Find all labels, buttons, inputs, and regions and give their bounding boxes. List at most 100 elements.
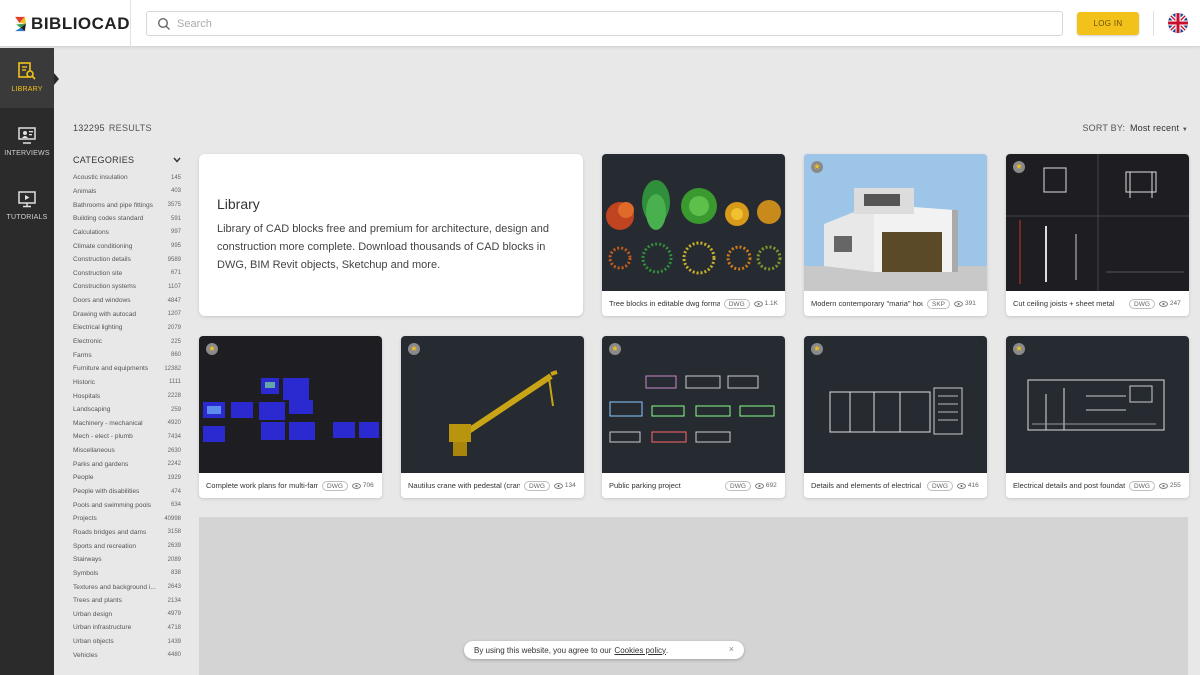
nav-item-library[interactable]: LIBRARY (0, 48, 54, 108)
category-item[interactable]: Pools and swimming pools 634 (73, 498, 181, 512)
card-title[interactable]: Nautilus crane with pedestal (crane) (408, 481, 520, 490)
category-item[interactable]: Bathrooms and pipe fittings 3575 (73, 198, 181, 212)
results-number: 132295 (73, 123, 105, 133)
category-item[interactable]: Machinery - mechanical 4920 (73, 417, 181, 431)
card-thumbnail: ★ (804, 336, 987, 473)
category-item[interactable]: Electronic 225 (73, 335, 181, 349)
nav-item-interviews[interactable]: INTERVIEWS (0, 112, 54, 172)
category-item[interactable]: Drawing with autocad 1207 (73, 307, 181, 321)
category-name: Landscaping (73, 406, 111, 414)
category-count: 4718 (167, 624, 181, 631)
category-item[interactable]: People 1929 (73, 471, 181, 485)
card-title[interactable]: Electrical details and post foundation (1013, 481, 1125, 490)
category-item[interactable]: Mech - elect - plumb 7434 (73, 430, 181, 444)
category-item[interactable]: Roads bridges and dams 3158 (73, 526, 181, 540)
category-name: Farms (73, 351, 92, 359)
cad-card[interactable]: ★ Electrical details and post foundation… (1006, 336, 1189, 498)
logo-text: BIBLIOCAD (31, 13, 130, 33)
category-item[interactable]: Symbols 838 (73, 567, 181, 581)
category-name: Construction details (73, 256, 131, 264)
category-name: People with disabilities (73, 488, 140, 496)
bibliocad-logo[interactable]: BIBLIOCAD (0, 0, 131, 47)
login-button[interactable]: LOG IN (1077, 12, 1139, 35)
category-item[interactable]: Urban infrastructure 4718 (73, 621, 181, 635)
category-item[interactable]: Farms 860 (73, 348, 181, 362)
cad-card[interactable]: ★ Nautilus crane with pedestal (crane) D… (401, 336, 584, 498)
categories-header[interactable]: CATEGORIES (73, 155, 181, 165)
category-name: Parks and gardens (73, 460, 129, 468)
card-title[interactable]: Complete work plans for multi-family (206, 481, 318, 490)
category-count: 997 (170, 229, 181, 236)
category-item[interactable]: Calculations 997 (73, 226, 181, 240)
category-item[interactable]: People with disabilities 474 (73, 485, 181, 499)
category-item[interactable]: Vehicles 4480 (73, 648, 181, 662)
card-title[interactable]: Cut ceiling joists + sheet metal (1013, 299, 1125, 308)
category-item[interactable]: Sports and recreation 2639 (73, 539, 181, 553)
category-item[interactable]: Acoustic insulation 145 (73, 171, 181, 185)
card-thumbnail: ★ (804, 154, 987, 291)
category-item[interactable]: Historic 1111 (73, 376, 181, 390)
card-caption: Complete work plans for multi-family DWG… (199, 473, 382, 498)
search-input[interactable] (177, 17, 1057, 30)
category-item[interactable]: Urban design 4979 (73, 608, 181, 622)
card-title[interactable]: Tree blocks in editable dwg format (609, 299, 720, 308)
category-count: 225 (170, 338, 181, 345)
category-item[interactable]: Climate conditioning 995 (73, 239, 181, 253)
premium-star-icon: ★ (206, 343, 218, 355)
category-count: 1107 (168, 283, 181, 290)
cad-card[interactable]: ★ Public parking project DWG 692 (602, 336, 785, 498)
card-caption: Modern contemporary "maria" house SKP 39… (804, 291, 987, 316)
sort-dropdown[interactable]: SORT BY: Most recent ▼ (1082, 123, 1188, 133)
views-count: 391 (965, 300, 976, 307)
category-item[interactable]: Stairways 2089 (73, 553, 181, 567)
category-count: 860 (170, 352, 181, 359)
cad-card[interactable]: ★ Complete work plans for multi-family D… (199, 336, 382, 498)
category-item[interactable]: Construction systems 1107 (73, 280, 181, 294)
cad-card[interactable]: Tree blocks in editable dwg format DWG 1… (602, 154, 785, 316)
card-thumbnail: ★ (1006, 336, 1189, 473)
category-item[interactable]: Construction site 671 (73, 266, 181, 280)
card-title[interactable]: Modern contemporary "maria" house (811, 299, 923, 308)
card-title[interactable]: Public parking project (609, 481, 721, 490)
category-count: 1207 (167, 311, 181, 318)
uk-flag-icon[interactable] (1168, 13, 1188, 33)
active-nav-pointer (54, 73, 59, 85)
sort-value: Most recent (1129, 123, 1180, 133)
category-item[interactable]: Textures and background i... 2643 (73, 580, 181, 594)
category-item[interactable]: Construction details 9589 (73, 253, 181, 267)
views-eye-icon (956, 482, 966, 489)
category-item[interactable]: Landscaping 259 (73, 403, 181, 417)
category-item[interactable]: Building codes standard 591 (73, 212, 181, 226)
category-count: 838 (170, 570, 181, 577)
category-item[interactable]: Miscellaneous 2630 (73, 444, 181, 458)
category-count: 2079 (167, 324, 181, 331)
format-badge: DWG (524, 480, 550, 491)
card-title[interactable]: Details and elements of electrical (811, 481, 923, 490)
cad-card[interactable]: ★ Modern contemporary "maria" house SKP … (804, 154, 987, 316)
caret-down-icon: ▼ (1181, 127, 1188, 133)
category-item[interactable]: Animals 403 (73, 185, 181, 199)
category-name: Urban design (73, 610, 113, 618)
category-item[interactable]: Projects 40998 (73, 512, 181, 526)
close-icon[interactable]: × (729, 644, 734, 654)
category-name: Climate conditioning (73, 242, 133, 250)
category-item[interactable]: Doors and windows 4847 (73, 294, 181, 308)
category-item[interactable]: Trees and plants 2134 (73, 594, 181, 608)
nav-item-tutorials[interactable]: TUTORIALS (0, 176, 54, 236)
card-caption: Cut ceiling joists + sheet metal DWG 247 (1006, 291, 1189, 316)
category-item[interactable]: Hospitals 2228 (73, 389, 181, 403)
category-item[interactable]: Furniture and equipments 12382 (73, 362, 181, 376)
category-name: Urban objects (73, 638, 114, 646)
views-count: 1.1K (764, 300, 778, 307)
category-name: Hospitals (73, 392, 101, 400)
search-bar[interactable] (146, 11, 1063, 36)
cookies-policy-link[interactable]: Cookies policy (614, 646, 666, 655)
category-item[interactable]: Parks and gardens 2242 (73, 457, 181, 471)
cad-card[interactable]: ★ Details and elements of electrical DWG… (804, 336, 987, 498)
category-count: 3158 (167, 529, 181, 536)
category-name: Historic (73, 378, 95, 386)
category-item[interactable]: Electrical lighting 2079 (73, 321, 181, 335)
cad-card[interactable]: ★ Cut ceiling joists + sheet metal DWG 2… (1006, 154, 1189, 316)
category-item[interactable]: Urban objects 1439 (73, 635, 181, 649)
category-count: 4480 (167, 652, 181, 659)
